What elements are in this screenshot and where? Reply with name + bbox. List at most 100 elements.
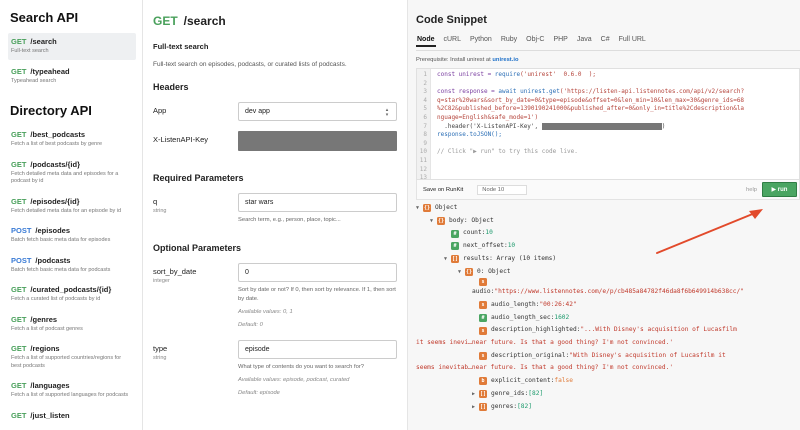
- tree-value: 10: [485, 229, 493, 237]
- endpoint-subtitle: Full-text search: [153, 42, 209, 51]
- sidebar-item-episode-by-id[interactable]: GET/episodes/{id} Fetch detailed meta da…: [8, 193, 136, 220]
- tree-node: # next_offset: 10: [416, 240, 800, 253]
- app-window: Search API GET/search Full-text search G…: [0, 0, 800, 430]
- tab-full-url[interactable]: Full URL: [618, 35, 647, 47]
- code-editor[interactable]: 1 2 3 4 5 6 7 8 9 10 11 12 13 const unir…: [416, 68, 800, 180]
- tab-python[interactable]: Python: [469, 35, 493, 47]
- sort-label: sort_by_date integer: [153, 263, 238, 330]
- string-icon: s: [479, 326, 487, 335]
- method-label: GET: [11, 381, 27, 390]
- endpoint-path: /curated_podcasts/{id}: [30, 285, 112, 294]
- tab-php[interactable]: PHP: [552, 35, 568, 47]
- endpoint-path: /search: [30, 37, 57, 46]
- sidebar-item-genres[interactable]: GET/genres Fetch a list of podcast genre…: [8, 311, 136, 338]
- line-number: 11: [419, 156, 427, 164]
- tree-label: audio_length_sec:: [491, 313, 555, 321]
- line-number: 10: [419, 148, 427, 156]
- tree-label: count:: [463, 229, 486, 237]
- tree-label: genre_ids:: [491, 389, 529, 397]
- code-token: .header('X-ListenAPI-Key',: [437, 122, 542, 130]
- sidebar-item-just-listen[interactable]: GET/just_listen: [8, 407, 136, 425]
- sort-param-row: sort_by_date integer 0 Sort by date or no…: [153, 263, 397, 330]
- method-label: POST: [11, 255, 32, 265]
- tab-java[interactable]: Java: [576, 35, 593, 47]
- endpoint-path: /podcasts: [35, 255, 71, 265]
- method-label: GET: [11, 314, 27, 324]
- sidebar-item-podcast-by-id[interactable]: GET/podcasts/{id} Fetch detailed meta da…: [8, 156, 136, 190]
- caret-right-icon: ▶: [472, 403, 476, 410]
- tree-node: audio: "https://www.listennotes.com/e/p/…: [416, 286, 800, 299]
- app-select[interactable]: dev app: [238, 102, 397, 121]
- tab-objc[interactable]: Obj-C: [525, 35, 545, 47]
- code-token: const unirest =: [437, 71, 495, 78]
- line-number-gutter: 1 2 3 4 5 6 7 8 9 10 11 12 13: [417, 69, 431, 179]
- tab-node[interactable]: Node: [416, 35, 436, 47]
- tab-curl[interactable]: cURL: [443, 35, 463, 47]
- app-row: App dev app: [153, 102, 397, 121]
- endpoint-desc: Fetch a curated list of podcasts by id: [11, 296, 101, 302]
- q-input[interactable]: star wars: [238, 193, 397, 212]
- tree-value-continued: seems inevitab…near future. Is that a go…: [416, 364, 674, 372]
- save-on-runkit-link[interactable]: Save on RunKit: [423, 187, 463, 193]
- endpoint-path: /typeahead: [30, 66, 70, 76]
- q-param-row: q string star wars Search term, e.g., per…: [153, 193, 397, 225]
- string-icon: s: [479, 301, 487, 310]
- code-token: const response =: [437, 88, 499, 96]
- q-input-value: star wars: [245, 199, 274, 206]
- number-icon: #: [451, 242, 459, 251]
- prereq-text: Prerequisite: Install unirest at: [416, 57, 491, 63]
- tree-value: "With Disney's acquisition of Lucasfilm …: [569, 351, 726, 359]
- tree-node[interactable]: ▼{} Object: [416, 202, 800, 215]
- tree-value: [82]: [528, 389, 544, 397]
- node-version-select[interactable]: Node 10: [477, 184, 528, 195]
- endpoint-method: GET: [153, 14, 178, 28]
- sidebar-item-post-podcasts[interactable]: POST/podcasts Batch fetch basic meta dat…: [8, 252, 136, 279]
- tab-ruby[interactable]: Ruby: [500, 35, 518, 47]
- tree-label: audio:: [472, 288, 495, 296]
- type-type: string: [153, 355, 167, 361]
- caret-down-icon: ▼: [458, 268, 462, 275]
- tree-value: 10: [507, 242, 516, 250]
- api-key-field-redacted[interactable]: [238, 131, 397, 151]
- caret-down-icon: ▼: [416, 205, 420, 211]
- sidebar-item-typeahead[interactable]: GET/typeahead Typeahead search: [8, 63, 136, 90]
- sidebar-item-languages[interactable]: GET/languages Fetch a list of supported …: [8, 377, 136, 404]
- type-default: Default: episode: [238, 390, 280, 396]
- unirest-link[interactable]: unirest.io: [492, 57, 518, 63]
- endpoint-path: /podcasts/{id}: [30, 159, 81, 169]
- type-param-row: type string episode What type of contents…: [153, 340, 397, 398]
- caret-down-icon: ▼: [444, 255, 448, 262]
- method-label: GET: [11, 285, 27, 294]
- sidebar-item-post-episodes[interactable]: POST/episodes Batch fetch basic meta dat…: [8, 222, 136, 249]
- tab-csharp[interactable]: C#: [600, 35, 611, 47]
- tree-node: # count: 10: [416, 227, 800, 240]
- help-link[interactable]: help: [746, 187, 757, 193]
- array-icon: []: [451, 255, 459, 264]
- tree-label: 0: Object: [477, 267, 511, 275]
- run-button[interactable]: ▶ run: [762, 182, 797, 197]
- sidebar-item-curated-podcasts[interactable]: GET/curated_podcasts/{id} Fetch a curate…: [8, 281, 136, 308]
- tree-value-continued: it seems inevi…near future. Is that a go…: [416, 339, 674, 347]
- sidebar-item-regions[interactable]: GET/regions Fetch a list of supported co…: [8, 340, 136, 374]
- tree-node[interactable]: ▶[] genre_ids: [82]: [416, 388, 800, 401]
- directory-api-heading: Directory API: [10, 103, 92, 118]
- tree-node[interactable]: ▶[] genres: [82]: [416, 401, 800, 414]
- tree-node[interactable]: ▼{} body: Object: [416, 215, 800, 228]
- type-input-value: episode: [245, 346, 270, 353]
- prerequisite-note: Prerequisite: Install unirest at unirest…: [416, 57, 800, 63]
- tree-node[interactable]: ▼[] results: Array (10 items): [416, 253, 800, 266]
- sort-by-date-input[interactable]: 0: [238, 263, 397, 282]
- endpoint-path: /episodes/{id}: [30, 196, 80, 206]
- tree-node: s description_highlighted: "...With Disne…: [416, 324, 800, 337]
- number-icon: #: [479, 313, 487, 322]
- sidebar-item-best-podcasts[interactable]: GET/best_podcasts Fetch a list of best p…: [8, 126, 136, 153]
- tree-value: false: [554, 377, 573, 385]
- tree-node[interactable]: ▼{} 0: Object: [416, 266, 800, 279]
- tree-label: audio_length:: [491, 300, 540, 308]
- caret-down-icon: ▼: [430, 217, 434, 224]
- type-input[interactable]: episode: [238, 340, 397, 359]
- sort-allowed: Available values: 0, 1: [238, 309, 293, 315]
- sort-default: Default: 0: [238, 322, 263, 328]
- line-number: 1: [423, 71, 427, 78]
- sidebar-item-search[interactable]: GET/search Full-text search: [8, 33, 136, 60]
